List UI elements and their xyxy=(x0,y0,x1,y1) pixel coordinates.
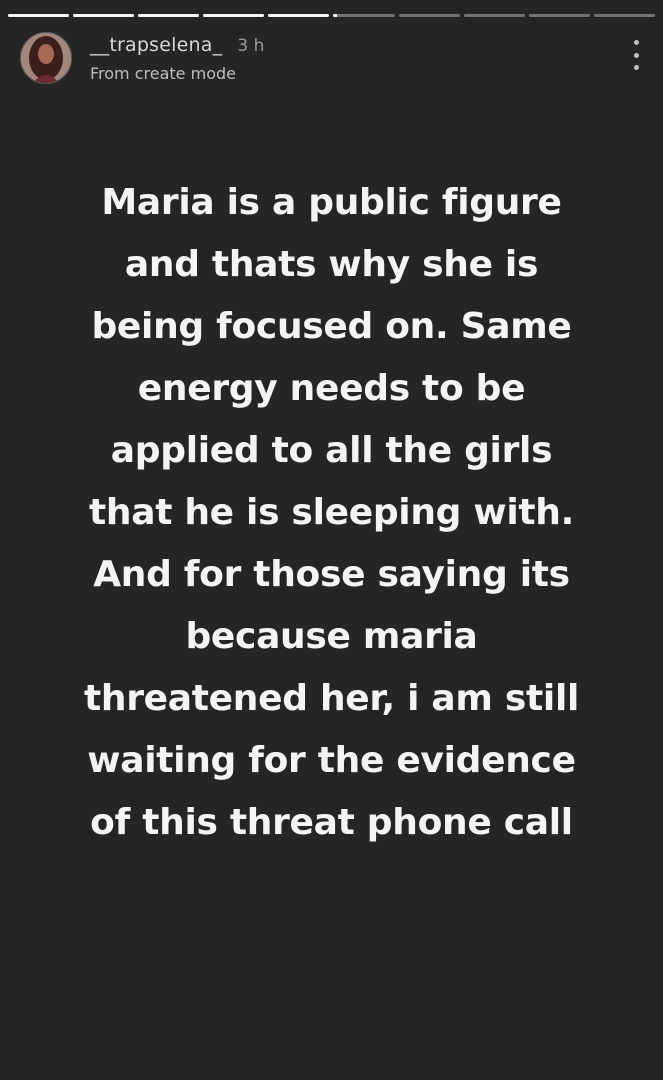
progress-segment xyxy=(73,14,135,17)
progress-segment xyxy=(8,14,70,17)
story-header: __trapselena_ 3 h From create mode xyxy=(20,32,643,88)
avatar-image xyxy=(20,32,72,84)
story-text-line: And for those saying its xyxy=(93,554,570,595)
progress-segment xyxy=(463,14,525,17)
story-text-line: threatened her, i am still xyxy=(83,678,580,719)
story-text-line: Maria is a public figure xyxy=(101,182,562,223)
story-progress-bar xyxy=(8,14,655,17)
progress-segment xyxy=(268,14,330,17)
user-line: __trapselena_ 3 h xyxy=(90,34,264,56)
more-vertical-icon xyxy=(633,40,639,45)
username[interactable]: __trapselena_ xyxy=(90,34,222,56)
story-text-line: being focused on. Same xyxy=(91,306,572,347)
story-text-line: applied to all the girls xyxy=(110,430,553,471)
story-text-line: and thats why she is xyxy=(124,244,539,285)
progress-segment xyxy=(528,14,590,17)
progress-segment xyxy=(138,14,200,17)
story-text-line: of this threat phone call xyxy=(90,802,573,843)
story-text-line: energy needs to be xyxy=(137,368,526,409)
story-source-label: From create mode xyxy=(90,64,236,83)
progress-segment xyxy=(398,14,460,17)
progress-segment xyxy=(203,14,265,17)
story-text-line: because maria xyxy=(185,616,478,657)
more-options-button[interactable] xyxy=(629,40,643,70)
more-vertical-icon-dot xyxy=(633,52,639,58)
story-text-line: that he is sleeping with. xyxy=(88,492,574,533)
time-ago: 3 h xyxy=(237,36,265,56)
avatar[interactable] xyxy=(20,32,72,84)
more-vertical-icon-dot xyxy=(633,65,639,70)
progress-segment xyxy=(593,14,655,17)
story-text-line: waiting for the evidence xyxy=(87,740,576,781)
story-text-block: Maria is a public figure and thats why s… xyxy=(30,172,633,854)
progress-segment-current xyxy=(333,14,395,17)
